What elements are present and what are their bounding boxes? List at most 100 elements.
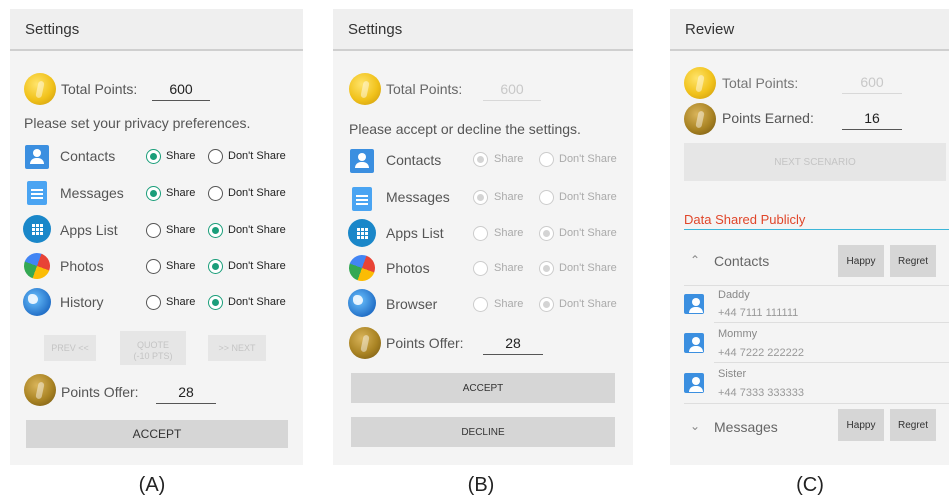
chevron-down-icon[interactable]: ⌄ [690,419,700,433]
share-label: Share [494,153,524,165]
divider [714,322,949,323]
contact-name: Sister [718,368,747,380]
chevron-up-icon[interactable]: ⌃ [690,253,700,267]
photos-icon [20,249,54,283]
caption-c: (C) [796,474,824,496]
page-title: Settings [10,9,303,51]
points-earned-label: Points Earned: [722,110,814,126]
dont-share-radio[interactable] [208,149,223,164]
dont-share-radio[interactable] [539,297,554,312]
next-scenario-button[interactable]: NEXT SCENARIO [684,143,946,181]
dont-share-label: Don't Share [559,153,617,165]
coin-icon [684,67,716,99]
quote-button[interactable]: QUOTE (-10 PTS) [120,331,186,365]
row-label: Messages [60,185,124,201]
share-label: Share [166,187,196,199]
total-points-value: 600 [152,81,210,101]
section-title: Data Shared Publicly [684,212,806,227]
row-label: Apps List [60,222,118,238]
dont-share-radio[interactable] [539,152,554,167]
dont-share-radio[interactable] [208,186,223,201]
settings-panel-b: Settings Total Points: 600 Please accept… [333,9,633,465]
dont-share-radio[interactable] [539,261,554,276]
section-divider [684,229,949,230]
quote-sublabel: (-10 PTS) [133,351,173,361]
regret-button[interactable]: Regret [890,409,936,441]
dont-share-radio[interactable] [539,226,554,241]
share-label: Share [166,224,196,236]
share-label: Share [494,227,524,239]
photos-icon [345,251,379,285]
instruction-text: Please accept or decline the settings. [349,121,581,137]
happy-button[interactable]: Happy [838,245,884,277]
decline-button[interactable]: DECLINE [351,417,615,447]
share-radio[interactable] [146,223,161,238]
coin-icon [684,103,716,135]
dont-share-label: Don't Share [228,224,286,236]
share-radio[interactable] [473,190,488,205]
accept-button[interactable]: ACCEPT [351,373,615,403]
dont-share-radio[interactable] [208,259,223,274]
share-label: Share [494,191,524,203]
accept-button[interactable]: ACCEPT [26,420,288,448]
globe-icon [348,289,376,317]
share-label: Share [166,260,196,272]
divider [684,403,949,404]
prev-button[interactable]: PREV << [44,335,96,361]
points-offer-label: Points Offer: [61,384,139,400]
contacts-icon [684,294,704,314]
share-radio[interactable] [146,295,161,310]
contact-phone: +44 7333 333333 [718,387,804,399]
coin-icon [24,374,56,406]
total-points-label: Total Points: [386,81,463,97]
contact-name: Mommy [718,328,758,340]
share-radio[interactable] [473,226,488,241]
dont-share-label: Don't Share [559,298,617,310]
apps-icon [23,215,51,243]
row-label: Photos [60,258,104,274]
total-points-label: Total Points: [61,81,138,97]
share-label: Share [494,262,524,274]
row-label: Contacts [60,148,116,164]
share-radio[interactable] [146,259,161,274]
coin-icon [349,73,381,105]
share-radio[interactable] [473,152,488,167]
dont-share-radio[interactable] [539,190,554,205]
share-radio[interactable] [146,186,161,201]
quote-label: QUOTE [136,340,169,350]
total-points-label: Total Points: [722,75,799,91]
dont-share-radio[interactable] [208,223,223,238]
regret-button[interactable]: Regret [890,245,936,277]
caption-a: (A) [138,474,166,496]
next-button[interactable]: >> NEXT [208,335,266,361]
dont-share-label: Don't Share [228,260,286,272]
dont-share-label: Don't Share [559,262,617,274]
share-label: Share [166,296,196,308]
share-radio[interactable] [473,261,488,276]
divider [684,285,949,286]
share-label: Share [494,298,524,310]
contact-phone: +44 7111 111111 [718,307,799,319]
dont-share-radio[interactable] [208,295,223,310]
page-title: Review [670,9,949,51]
contacts-icon [684,373,704,393]
share-radio[interactable] [146,149,161,164]
share-radio[interactable] [473,297,488,312]
messages-icon [352,187,372,211]
apps-icon [348,219,376,247]
row-label: Contacts [386,152,442,168]
dont-share-label: Don't Share [228,187,286,199]
happy-button[interactable]: Happy [838,409,884,441]
total-points-value: 600 [842,74,902,94]
dont-share-label: Don't Share [559,227,617,239]
divider [714,362,949,363]
row-label: Browser [386,296,438,312]
contacts-icon [684,333,704,353]
globe-icon [23,288,51,316]
dont-share-label: Don't Share [228,296,286,308]
contact-name: Daddy [718,289,750,301]
review-panel-c: Review Total Points: 600 Points Earned: … [670,9,949,465]
total-points-value: 600 [483,81,541,101]
coin-icon [24,73,56,105]
contacts-icon [25,145,49,169]
